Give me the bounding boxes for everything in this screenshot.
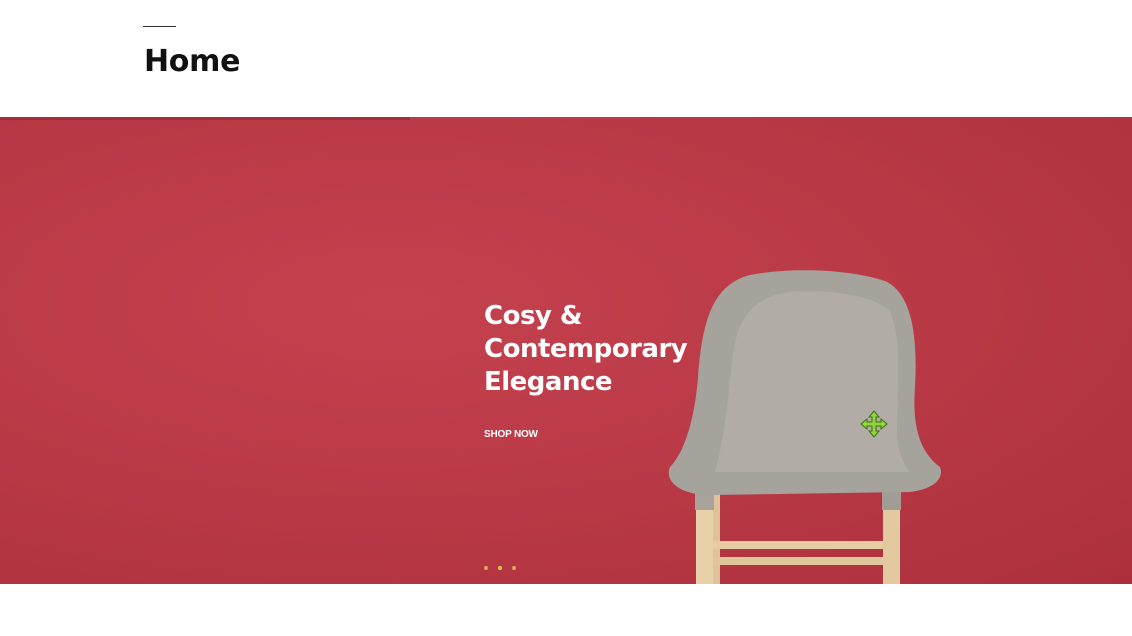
page-title: Home: [144, 44, 241, 79]
move-cursor-icon: [860, 410, 888, 438]
slider-pagination: [484, 566, 516, 570]
hero-top-edge: [0, 117, 410, 120]
chair-stretcher-top: [713, 541, 883, 549]
slider-dot-1[interactable]: [484, 566, 488, 570]
slider-dot-3[interactable]: [512, 566, 516, 570]
hero-headline-line-2: Contemporary: [484, 334, 688, 364]
page-header: Home: [0, 0, 1132, 117]
shop-now-button[interactable]: SHOP NOW: [484, 429, 538, 440]
slider-dot-2[interactable]: [498, 566, 502, 570]
hero-text: Cosy & Contemporary Elegance SHOP NOW: [484, 300, 744, 442]
page: Home Cosy & Contemporary Elegance SHOP N…: [0, 0, 1132, 636]
chair-stretcher-bottom: [713, 557, 883, 565]
title-divider: [143, 26, 176, 27]
hero-headline-line-1: Cosy &: [484, 301, 583, 331]
hero-headline: Cosy & Contemporary Elegance: [484, 300, 744, 399]
hero-slider[interactable]: Cosy & Contemporary Elegance SHOP NOW: [0, 117, 1132, 584]
hero-headline-line-3: Elegance: [484, 367, 613, 397]
